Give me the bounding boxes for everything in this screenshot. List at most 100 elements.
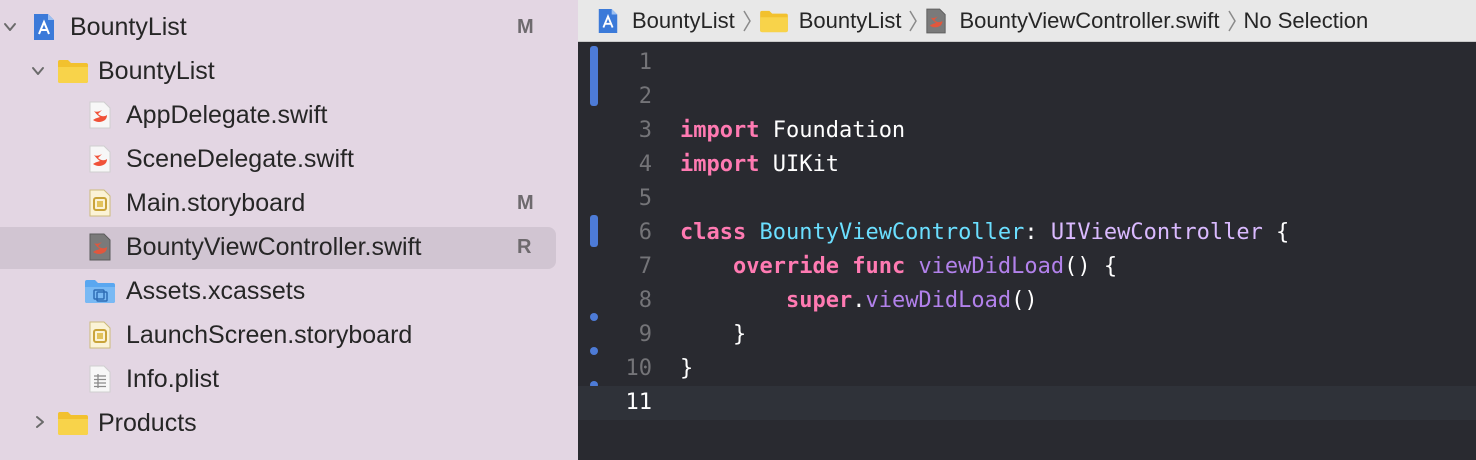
code-line[interactable]: 10 }	[578, 352, 1476, 386]
line-number: 6	[638, 220, 652, 245]
code-text: override func viewDidLoad() {	[680, 250, 1117, 284]
storyboard-icon	[86, 189, 114, 217]
code-line[interactable]: 8 super.viewDidLoad()	[578, 284, 1476, 318]
scm-status-badge: R	[517, 236, 532, 258]
line-number: 11	[625, 390, 653, 415]
chevron-down-icon[interactable]	[30, 63, 46, 79]
chevron-right-icon	[1227, 10, 1236, 31]
code-function: viewDidLoad	[865, 288, 1012, 313]
navigator-row-file[interactable]: SceneDelegate.swift	[0, 137, 578, 181]
code-text: }	[680, 356, 694, 381]
chevron-down-icon[interactable]	[2, 19, 18, 35]
code-line[interactable]: 3 import Foundation	[578, 114, 1476, 148]
code-plain: UIKit	[759, 152, 839, 177]
navigator-row-file[interactable]: Main.storyboard M	[0, 181, 578, 225]
navigator-item-label: Products	[98, 409, 197, 437]
navigator-row-project[interactable]: BountyList M	[0, 5, 578, 49]
folder-icon	[759, 9, 789, 33]
chevron-right-icon[interactable]	[32, 414, 48, 430]
navigator-row-file[interactable]: LaunchScreen.storyboard	[0, 313, 578, 357]
swift-file-gray-icon	[86, 233, 114, 261]
code-function: viewDidLoad	[918, 254, 1065, 279]
code-text: import Foundation	[680, 114, 905, 148]
navigator-row-file[interactable]: AppDelegate.swift	[0, 93, 578, 137]
navigator-row-file-selected[interactable]: BountyViewController.swift R	[0, 225, 578, 269]
line-number: 2	[638, 84, 652, 109]
line-number: 4	[638, 152, 652, 177]
folder-icon	[57, 57, 89, 85]
scm-status-badge: M	[517, 192, 534, 214]
code-keyword: class	[680, 220, 747, 245]
jumpbar-crumb-label: BountyList	[798, 7, 902, 33]
xcode-project-icon	[30, 13, 58, 41]
code-keyword: override	[732, 254, 839, 279]
line-number: 8	[638, 288, 652, 313]
navigator-item-label: SceneDelegate.swift	[126, 145, 354, 173]
code-text: }	[680, 322, 747, 347]
code-keyword: import	[680, 118, 760, 143]
source-editor: BountyList BountyList BountyViewControll…	[578, 0, 1476, 460]
code-line-current[interactable]: 11	[578, 386, 1476, 420]
line-number: 1	[638, 50, 652, 75]
code-type-reference: UIViewController	[1050, 220, 1263, 245]
jumpbar-crumb-project[interactable]: BountyList	[596, 8, 735, 34]
navigator-row-file[interactable]: Assets.xcassets	[0, 269, 578, 313]
navigator-item-label: Assets.xcassets	[126, 277, 306, 305]
code-plain: .	[852, 288, 866, 313]
code-plain: ()	[1011, 288, 1038, 313]
navigator-item-label: AppDelegate.swift	[126, 101, 328, 129]
navigator-item-label: BountyList	[98, 57, 215, 85]
plist-icon	[86, 365, 114, 393]
navigator-row-group[interactable]: BountyList	[0, 49, 578, 93]
navigator-item-label: Main.storyboard	[126, 189, 306, 217]
jumpbar-crumb-file[interactable]: BountyViewController.swift	[925, 7, 1220, 34]
code-type-declaration: BountyViewController	[759, 220, 1025, 245]
jumpbar-crumb-label: BountyViewController.swift	[959, 7, 1220, 33]
code-line[interactable]: 1	[578, 46, 1476, 80]
asset-catalog-icon	[84, 277, 116, 305]
code-keyword: func	[852, 254, 906, 279]
navigator-row-group[interactable]: Products	[0, 401, 578, 445]
line-number: 3	[638, 118, 652, 143]
navigator-item-label: Info.plist	[126, 365, 220, 393]
line-number: 7	[638, 254, 652, 279]
jumpbar-crumb-group[interactable]: BountyList	[759, 7, 902, 34]
navigator-item-label: BountyViewController.swift	[126, 233, 422, 261]
code-line[interactable]: 7 override func viewDidLoad() {	[578, 250, 1476, 284]
line-number: 5	[638, 186, 652, 211]
navigator-item-label: BountyList	[70, 13, 187, 41]
code-line[interactable]: 2	[578, 80, 1476, 114]
navigator-item-label: LaunchScreen.storyboard	[126, 321, 413, 349]
line-number: 10	[625, 356, 653, 381]
code-text: class BountyViewController: UIViewContro…	[680, 216, 1289, 250]
code-plain: :	[1024, 220, 1051, 245]
jump-bar: BountyList BountyList BountyViewControll…	[578, 0, 1476, 42]
swift-file-icon	[86, 101, 114, 129]
jumpbar-crumb-label: No Selection	[1243, 7, 1369, 33]
jumpbar-crumb-selection[interactable]: No Selection	[1244, 8, 1369, 34]
folder-icon	[57, 409, 89, 437]
code-area[interactable]: 1 2 3 import Foundation 4 import UIKit 5…	[578, 42, 1476, 460]
swift-file-icon	[86, 145, 114, 173]
code-line[interactable]: 9 }	[578, 318, 1476, 352]
xcode-project-icon	[596, 8, 620, 34]
scm-status-badge: M	[517, 16, 534, 38]
code-plain: Foundation	[759, 118, 906, 143]
code-line[interactable]: 6 class BountyViewController: UIViewCont…	[578, 216, 1476, 250]
jumpbar-crumb-label: BountyList	[632, 7, 735, 33]
code-text: super.viewDidLoad()	[680, 284, 1038, 318]
code-line[interactable]: 5	[578, 182, 1476, 216]
code-text: import UIKit	[680, 148, 839, 182]
code-plain: {	[1262, 220, 1290, 245]
line-number: 9	[638, 322, 652, 347]
navigator-row-file[interactable]: Info.plist	[0, 357, 578, 401]
project-navigator: BountyList M BountyList AppDelegate.swif…	[0, 0, 578, 460]
chevron-right-icon	[743, 10, 751, 31]
swift-file-gray-icon	[925, 8, 947, 34]
code-line[interactable]: 4 import UIKit	[578, 148, 1476, 182]
code-keyword: import	[680, 152, 760, 177]
code-plain: () {	[1064, 254, 1118, 279]
code-keyword: super	[785, 288, 853, 313]
